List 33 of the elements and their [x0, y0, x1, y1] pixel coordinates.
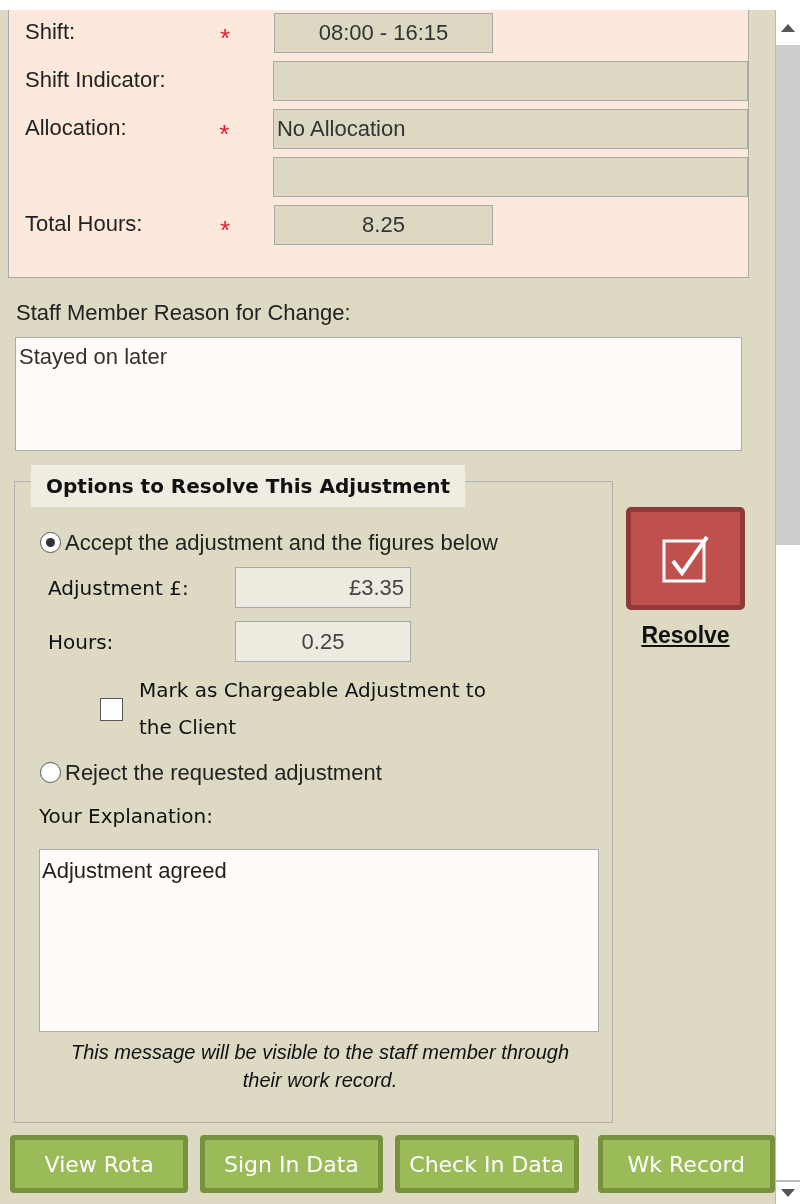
scrollbar-thumb[interactable]	[776, 45, 800, 545]
required-marker: *	[220, 214, 232, 245]
group-title: Options to Resolve This Adjustment	[31, 465, 466, 507]
info-message: This message will be visible to the staff member through their work record.	[70, 1040, 570, 1093]
text-area[interactable]: Adjustment agreed	[39, 849, 599, 1032]
up-arrow-icon	[781, 23, 795, 32]
field-label: Adjustment £:	[48, 574, 190, 602]
required-marker: *	[220, 22, 232, 53]
field-label: Your Explanation:	[39, 803, 214, 830]
required-marker: *	[219, 118, 231, 149]
radio-label[interactable]: Accept the adjustment and the figures below	[65, 526, 498, 559]
checkbox-label[interactable]: Mark as Chargeable Adjustment to the Client	[139, 672, 489, 746]
field-label: Shift:	[25, 18, 77, 46]
field-label: Total Hours:	[25, 210, 144, 238]
field-label: Hours:	[48, 628, 115, 656]
text-area[interactable]: Stayed on later	[15, 337, 742, 451]
resolve-button[interactable]	[626, 507, 745, 610]
input-field[interactable]	[272, 157, 748, 197]
input-field[interactable]: £3.35	[235, 567, 411, 608]
input-field[interactable]: 0.25	[235, 621, 411, 662]
resolve-link[interactable]: Resolve	[641, 618, 730, 653]
input-field[interactable]	[272, 61, 748, 101]
checkbox[interactable]	[100, 697, 123, 721]
input-field[interactable]: 08:00 - 16:15	[274, 13, 493, 53]
radio-label[interactable]: Reject the requested adjustment	[65, 756, 382, 789]
field-label: Staff Member Reason for Change:	[16, 299, 352, 327]
input-field[interactable]: 8.25	[274, 205, 493, 245]
down-arrow-icon	[781, 1189, 795, 1197]
field-label: Shift Indicator:	[25, 66, 167, 94]
input-field[interactable]: No Allocation	[272, 109, 748, 149]
radio-button[interactable]	[40, 762, 61, 783]
radio-button[interactable]	[40, 532, 61, 553]
field-label: Allocation:	[25, 114, 128, 142]
